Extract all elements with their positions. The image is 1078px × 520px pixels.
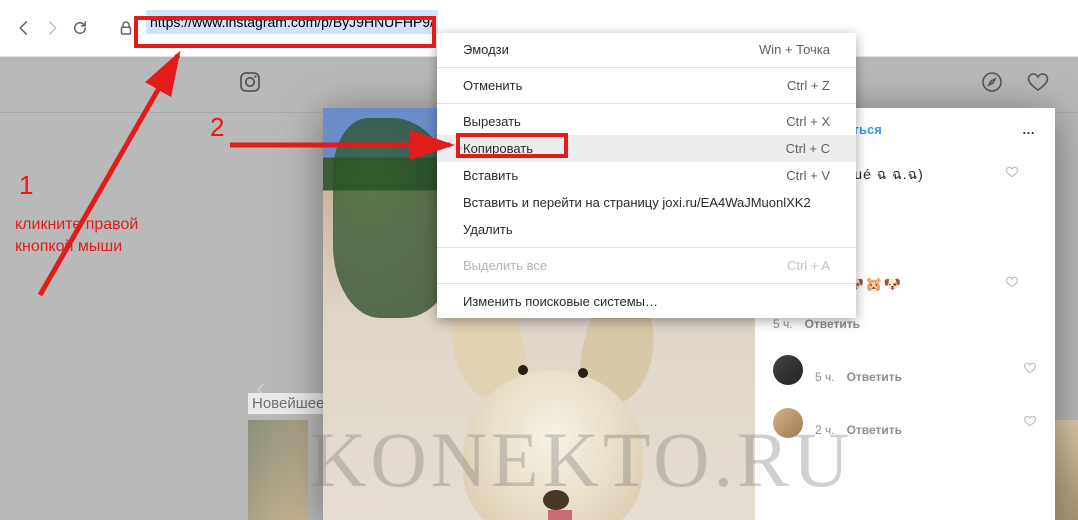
reply-button[interactable]: Ответить — [805, 316, 860, 333]
context-menu-item-label: Отменить — [463, 78, 522, 93]
reply-button[interactable]: Ответить — [847, 369, 902, 386]
comment-row: 5 ч. Ответить — [773, 316, 1037, 333]
context-menu-separator — [437, 283, 856, 284]
context-menu-item-label: Выделить все — [463, 258, 547, 273]
like-icon[interactable] — [1005, 165, 1019, 184]
sidebar-newest-label: Новейшее — [248, 393, 328, 414]
context-menu: Эмодзи Win + Точка Отменить Ctrl + Z Вырезат… — [437, 33, 856, 318]
context-menu-item[interactable]: Вырезать Ctrl + X — [437, 108, 856, 135]
context-menu-separator — [437, 247, 856, 248]
comment-row: 2 ч. Ответить — [773, 408, 1037, 439]
context-menu-separator — [437, 67, 856, 68]
comment-time: 5 ч. — [773, 316, 793, 333]
avatar[interactable] — [773, 355, 803, 385]
context-menu-item-label: Копировать — [463, 141, 533, 156]
context-menu-item[interactable]: Удалить — [437, 216, 856, 243]
context-menu-item[interactable]: Копировать Ctrl + C — [437, 135, 856, 162]
comment-time: 2 ч. — [815, 422, 835, 439]
like-icon[interactable] — [1023, 361, 1037, 380]
context-menu-item-label: Вставить — [463, 168, 518, 183]
context-menu-item[interactable]: Вставить Ctrl + V — [437, 162, 856, 189]
like-icon[interactable] — [1023, 414, 1037, 433]
context-menu-item[interactable]: Эмодзи Win + Точка — [437, 36, 856, 63]
comment-time: 5 ч. — [815, 369, 835, 386]
nav-forward-button[interactable] — [38, 14, 66, 42]
context-menu-item-label: Вырезать — [463, 114, 521, 129]
grid-thumb[interactable] — [248, 420, 308, 520]
context-menu-separator — [437, 103, 856, 104]
nav-reload-button[interactable] — [66, 14, 94, 42]
context-menu-item-label: Вставить и перейти на страницу joxi.ru/E… — [463, 195, 811, 210]
context-menu-item-shortcut: Ctrl + A — [787, 258, 830, 273]
context-menu-item-shortcut: Ctrl + C — [786, 141, 830, 156]
avatar[interactable] — [773, 408, 803, 438]
context-menu-item-label: Изменить поисковые системы… — [463, 294, 658, 309]
lock-icon[interactable] — [112, 14, 140, 42]
context-menu-item-label: Удалить — [463, 222, 513, 237]
comment-row: 5 ч. Ответить — [773, 355, 1037, 386]
context-menu-item[interactable]: Вставить и перейти на страницу joxi.ru/E… — [437, 189, 856, 216]
url-text: https://www.instagram.com/p/ByJ9HNUFHP9/ — [146, 10, 438, 34]
context-menu-item-shortcut: Ctrl + X — [786, 114, 830, 129]
context-menu-item-label: Эмодзи — [463, 42, 509, 57]
more-icon[interactable]: … — [1022, 122, 1037, 137]
context-menu-item-shortcut: Ctrl + Z — [787, 78, 830, 93]
context-menu-item[interactable]: Изменить поисковые системы… — [437, 288, 856, 315]
context-menu-item-shortcut: Win + Точка — [759, 42, 830, 57]
like-icon[interactable] — [1005, 275, 1019, 294]
context-menu-item: Выделить все Ctrl + A — [437, 252, 856, 279]
context-menu-item-shortcut: Ctrl + V — [786, 168, 830, 183]
context-menu-item[interactable]: Отменить Ctrl + Z — [437, 72, 856, 99]
nav-back-button[interactable] — [10, 14, 38, 42]
reply-button[interactable]: Ответить — [847, 422, 902, 439]
